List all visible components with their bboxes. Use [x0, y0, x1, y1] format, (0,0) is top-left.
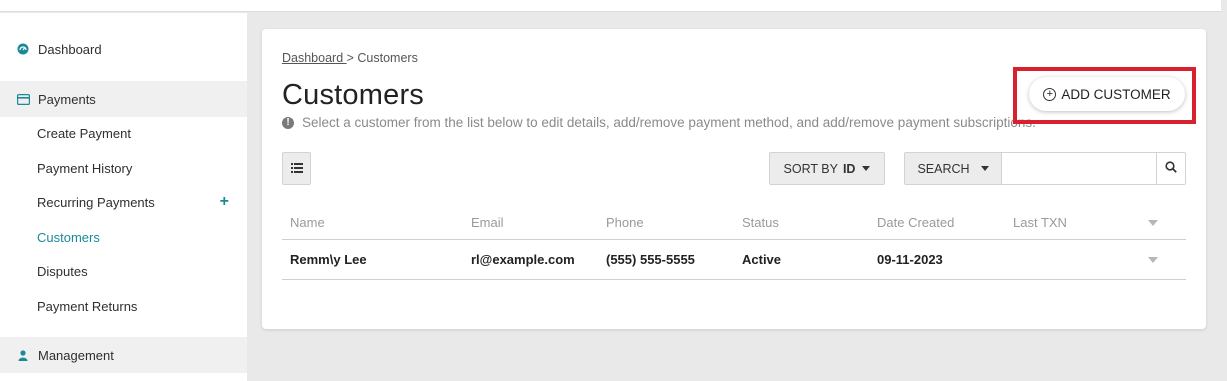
sort-by-label: SORT BY — [783, 161, 838, 176]
chevron-down-icon — [980, 166, 989, 171]
column-header-last-txn[interactable]: Last TXN — [1013, 206, 1067, 239]
cell-date-created: 09-11-2023 — [877, 252, 943, 267]
add-customer-label: ADD CUSTOMER — [1061, 86, 1171, 102]
breadcrumb-separator: > — [346, 51, 358, 65]
column-header-status[interactable]: Status — [742, 206, 779, 239]
customers-panel: Dashboard > Customers Customers ! Select… — [262, 29, 1206, 329]
sidebar-item-label: Payments — [38, 91, 96, 107]
sidebar-item-label: Create Payment — [37, 125, 131, 141]
sort-by-value: ID — [842, 161, 856, 176]
top-bar-edge — [1221, 0, 1227, 12]
sidebar-item-label: Dashboard — [38, 41, 102, 57]
cell-phone: (555) 555-5555 — [606, 252, 695, 267]
sidebar-item-customers[interactable]: Customers — [0, 222, 247, 252]
list-view-button[interactable] — [282, 152, 311, 185]
column-header-phone[interactable]: Phone — [606, 206, 644, 239]
page-title: Customers — [282, 79, 424, 111]
table-header: Name Email Phone Status Date Created Las… — [282, 206, 1186, 240]
sidebar-item-management[interactable]: Management — [0, 337, 247, 373]
column-header-date-created[interactable]: Date Created — [877, 206, 954, 239]
breadcrumb-current: Customers — [357, 51, 418, 65]
info-icon: ! — [282, 116, 294, 129]
sidebar-item-payment-history[interactable]: Payment History — [0, 153, 247, 183]
breadcrumb: Dashboard > Customers — [282, 51, 418, 65]
header-expand-icon[interactable] — [1148, 206, 1158, 239]
top-bar — [0, 0, 1227, 12]
table-row[interactable]: Remm\y Lee rl@example.com (555) 555-5555… — [282, 240, 1186, 280]
search-button[interactable] — [1157, 152, 1186, 185]
credit-card-icon — [16, 92, 30, 106]
sidebar-item-label: Disputes — [37, 263, 88, 279]
sidebar-item-label: Management — [38, 347, 114, 363]
column-header-email[interactable]: Email — [471, 206, 504, 239]
search-input[interactable] — [1002, 152, 1157, 185]
sidebar-item-label: Customers — [37, 229, 100, 245]
dashboard-icon — [16, 42, 30, 56]
sidebar-item-payment-returns[interactable]: Payment Returns — [0, 291, 247, 321]
column-header-name[interactable]: Name — [290, 206, 325, 239]
cell-email: rl@example.com — [471, 252, 575, 267]
sidebar-item-label: Payment Returns — [37, 298, 138, 314]
cell-name: Remm\y Lee — [290, 252, 367, 267]
sidebar: Dashboard Payments Create Payment Paymen… — [0, 13, 247, 381]
add-customer-button[interactable]: + ADD CUSTOMER — [1029, 77, 1185, 111]
person-icon — [16, 348, 30, 362]
sidebar-item-dashboard[interactable]: Dashboard — [0, 31, 247, 67]
sidebar-item-label: Payment History — [37, 160, 133, 176]
sidebar-item-recurring-payments[interactable]: Recurring Payments + — [0, 187, 247, 217]
sidebar-item-payments[interactable]: Payments — [0, 81, 247, 117]
list-icon — [290, 160, 303, 178]
sidebar-item-label: Recurring Payments — [37, 194, 155, 210]
sidebar-item-disputes[interactable]: Disputes — [0, 256, 247, 286]
customers-table: Name Email Phone Status Date Created Las… — [282, 206, 1186, 280]
page-info: ! Select a customer from the list below … — [282, 115, 1036, 130]
add-recurring-payment-button[interactable]: + — [220, 194, 229, 210]
page-info-text: Select a customer from the list below to… — [302, 115, 1036, 130]
breadcrumb-dashboard-link[interactable]: Dashboard — [282, 51, 347, 65]
search-field-label: SEARCH — [917, 161, 970, 176]
sidebar-item-create-payment[interactable]: Create Payment — [0, 118, 247, 148]
cell-status: Active — [742, 252, 782, 267]
circle-plus-icon: + — [1043, 87, 1057, 101]
search-icon — [1165, 160, 1177, 178]
row-expand-icon[interactable] — [1148, 240, 1158, 279]
search-field-dropdown[interactable]: SEARCH — [904, 152, 1002, 185]
sort-by-dropdown[interactable]: SORT BY ID — [769, 152, 885, 185]
chevron-down-icon — [862, 166, 871, 171]
